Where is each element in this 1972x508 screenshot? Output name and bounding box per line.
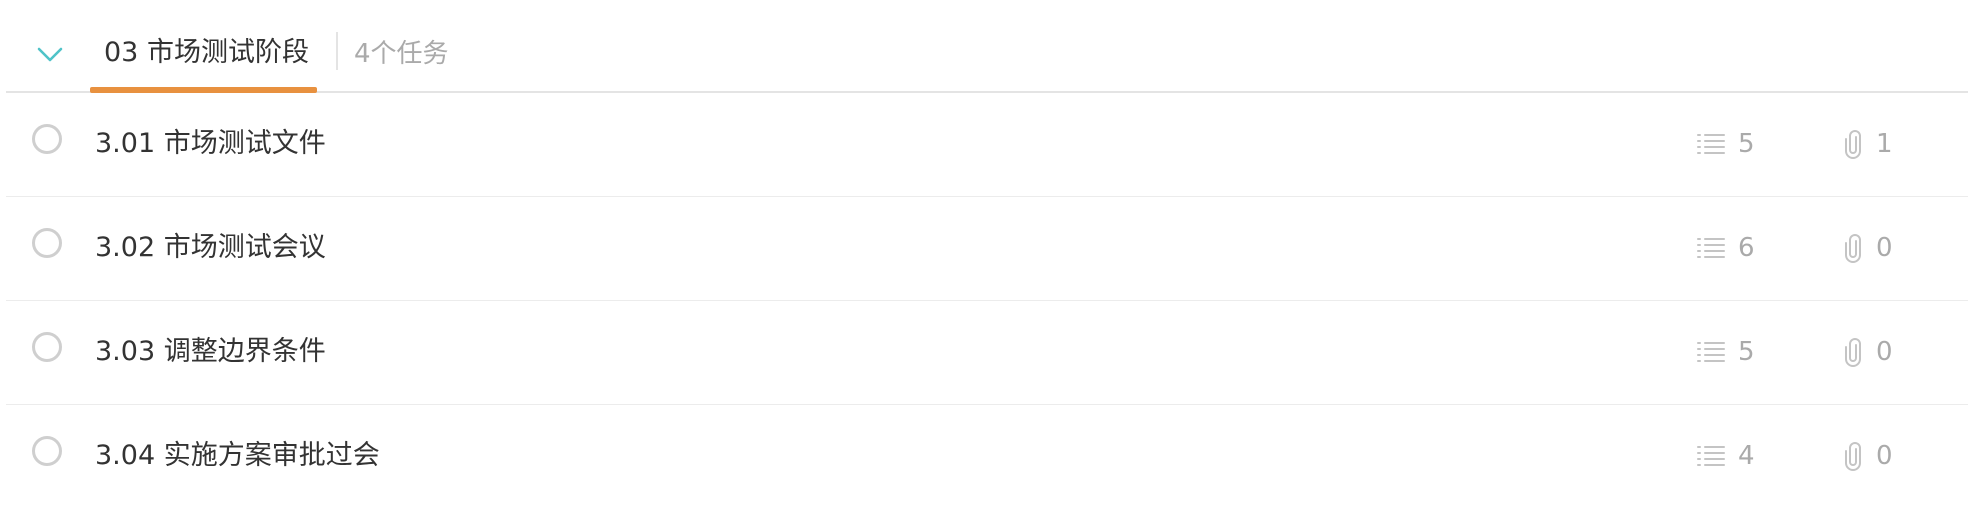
- task-stage-panel: 03 市场测试阶段 4个任务 3.01 市场测试文件 5 1 3.02 市场测试…: [6, 0, 1968, 508]
- paperclip-icon: [1844, 337, 1864, 367]
- attachment-count: 0: [1876, 233, 1893, 263]
- list-icon: [1696, 340, 1726, 364]
- attachment-count-badge[interactable]: 0: [1844, 336, 1893, 368]
- list-icon: [1696, 132, 1726, 156]
- list-icon: [1696, 236, 1726, 260]
- paperclip-icon: [1844, 233, 1864, 263]
- subtask-count-badge[interactable]: 4: [1696, 440, 1755, 472]
- task-checkbox[interactable]: [32, 436, 62, 466]
- collapse-toggle-button[interactable]: [34, 38, 66, 70]
- subtask-count: 4: [1738, 441, 1755, 471]
- paperclip-icon: [1844, 441, 1864, 471]
- task-title: 3.03 调整边界条件: [95, 336, 326, 367]
- task-title: 3.02 市场测试会议: [95, 232, 326, 263]
- stage-header: 03 市场测试阶段 4个任务: [6, 0, 1968, 93]
- paperclip-icon: [1844, 129, 1864, 159]
- task-row[interactable]: 3.01 市场测试文件 5 1: [6, 93, 1968, 197]
- task-checkbox[interactable]: [32, 228, 62, 258]
- attachment-count-badge[interactable]: 1: [1844, 128, 1893, 160]
- task-checkbox[interactable]: [32, 124, 62, 154]
- subtask-count: 6: [1738, 233, 1755, 263]
- attachment-count-badge[interactable]: 0: [1844, 440, 1893, 472]
- subtask-count: 5: [1738, 129, 1755, 159]
- task-title: 3.04 实施方案审批过会: [95, 440, 380, 471]
- task-list: 3.01 市场测试文件 5 1 3.02 市场测试会议 6 0 3.03 调整边…: [6, 93, 1968, 508]
- subtask-count-badge[interactable]: 5: [1696, 336, 1755, 368]
- attachment-count-badge[interactable]: 0: [1844, 232, 1893, 264]
- list-icon: [1696, 444, 1726, 468]
- task-row[interactable]: 3.02 市场测试会议 6 0: [6, 197, 1968, 301]
- subtask-count-badge[interactable]: 6: [1696, 232, 1755, 264]
- task-checkbox[interactable]: [32, 332, 62, 362]
- attachment-count: 1: [1876, 129, 1893, 159]
- chevron-down-icon: [37, 47, 63, 62]
- attachment-count: 0: [1876, 337, 1893, 367]
- task-count: 4个任务: [354, 39, 449, 69]
- subtask-count-badge[interactable]: 5: [1696, 128, 1755, 160]
- task-row[interactable]: 3.03 调整边界条件 5 0: [6, 301, 1968, 405]
- attachment-count: 0: [1876, 441, 1893, 471]
- stage-title: 03 市场测试阶段: [104, 37, 309, 68]
- task-title: 3.01 市场测试文件: [95, 128, 326, 159]
- subtask-count: 5: [1738, 337, 1755, 367]
- task-row[interactable]: 3.04 实施方案审批过会 4 0: [6, 405, 1968, 508]
- stage-tab[interactable]: 03 市场测试阶段: [90, 0, 317, 93]
- header-divider: [336, 32, 338, 70]
